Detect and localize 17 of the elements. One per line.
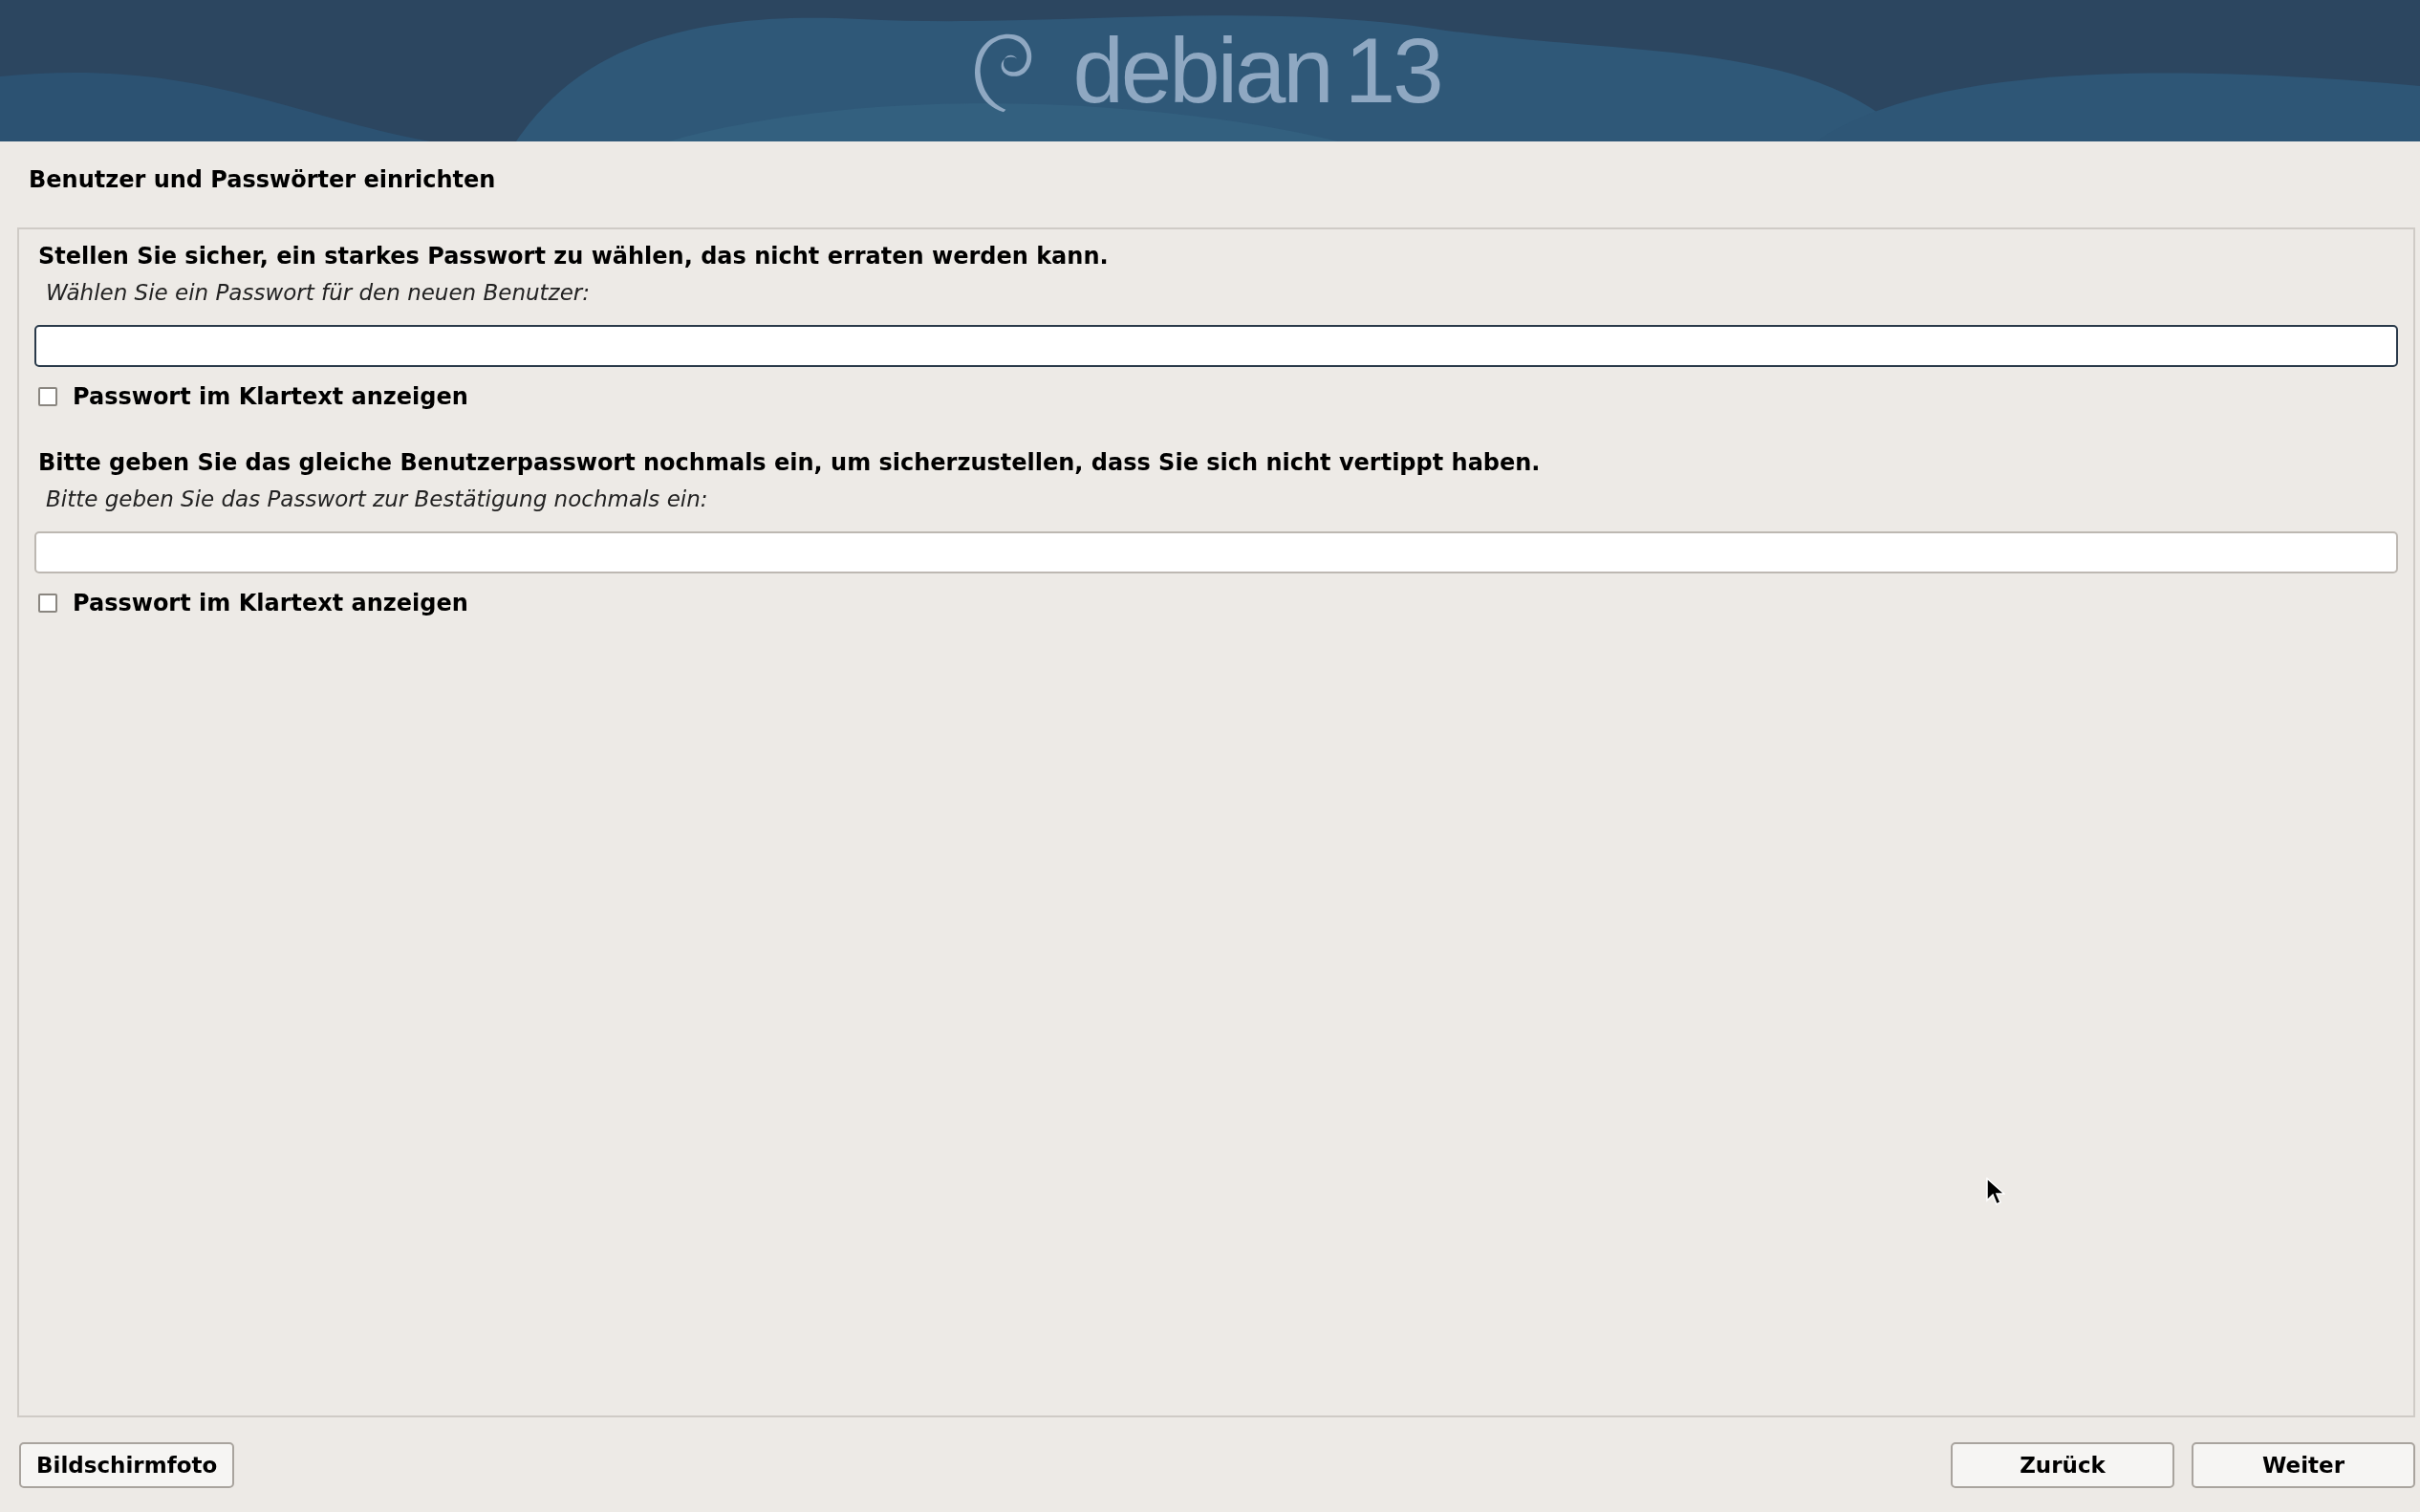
checkbox-label[interactable]: Passwort im Klartext anzeigen [73, 375, 468, 419]
page-title: Benutzer und Passwörter einrichten [28, 165, 497, 195]
screenshot-button[interactable]: Bildschirmfoto [19, 1441, 235, 1488]
checkbox-label[interactable]: Passwort im Klartext anzeigen [73, 581, 468, 625]
prompt-text: Stellen Sie sicher, ein starkes Passwort zu wählen, das nicht erraten werden kann. [37, 242, 1110, 271]
field-label: Bitte geben Sie das Passwort zur Bestätigung nochmals ein: [45, 486, 709, 513]
logo-version: 13 [1344, 25, 1441, 117]
prompt-text: Bitte geben Sie das gleiche Benutzerpasswort nochmals ein, um sicherzustellen, dass Sie sich nicht vertippt haben. [37, 448, 1542, 478]
checkbox[interactable] [38, 387, 57, 406]
password-field[interactable] [34, 531, 2398, 573]
password-field[interactable] [34, 325, 2398, 367]
back-button[interactable]: Zurück [1951, 1441, 2174, 1488]
logo-wordmark: debian [1072, 25, 1331, 117]
continue-button[interactable]: Weiter [2192, 1441, 2415, 1488]
checkbox[interactable] [38, 594, 57, 613]
mouse-cursor-icon [1986, 1177, 2005, 1206]
field-label: Wählen Sie ein Passwort für den neuen Benutzer: [45, 279, 591, 307]
